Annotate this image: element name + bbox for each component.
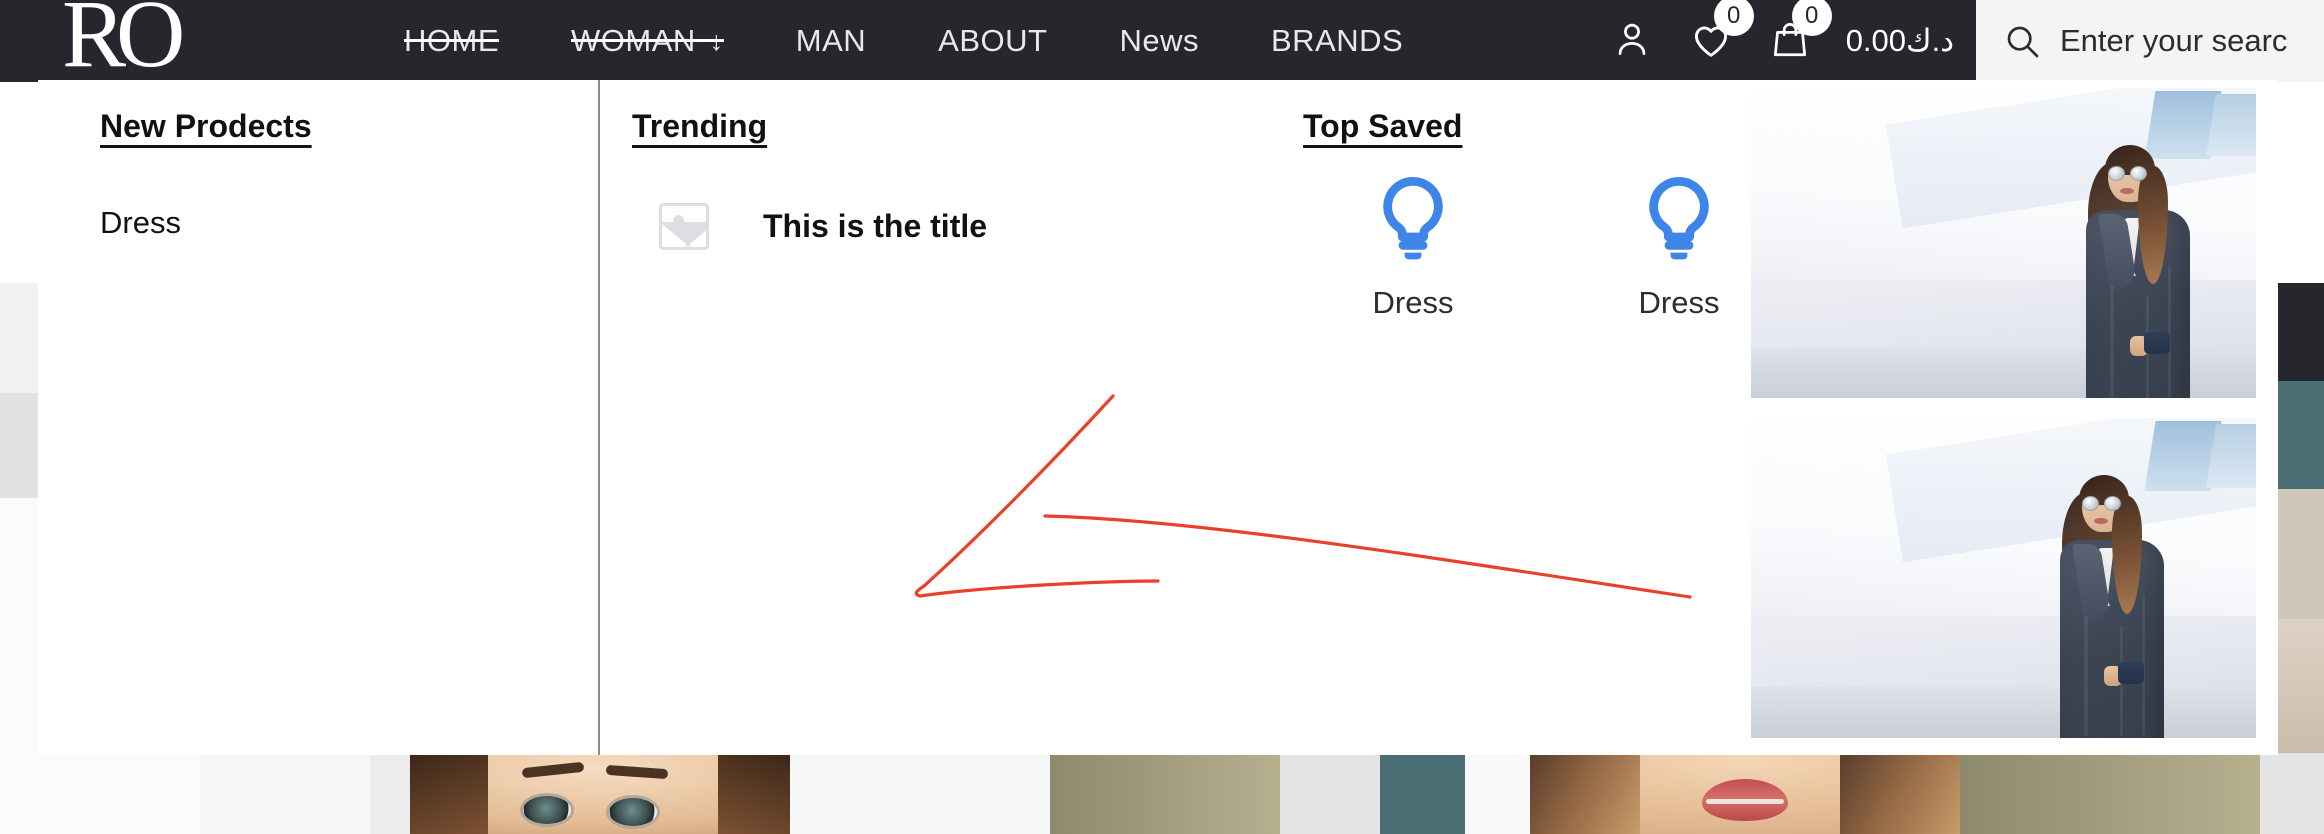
search-icon <box>2007 26 2039 58</box>
strip-cell-4 <box>790 753 1050 834</box>
fashion-photo-2[interactable] <box>1751 418 2256 738</box>
cart-button[interactable]: 0 <box>1768 0 1832 67</box>
eye-left <box>520 793 574 827</box>
background-band-left-1 <box>0 283 38 393</box>
brand-logo[interactable]: RO <box>62 0 185 82</box>
strip-cell-8 <box>1465 753 1530 834</box>
fashion-photo-1[interactable] <box>1751 88 2256 398</box>
nav-label-man: MAN <box>795 23 867 58</box>
trending-item-title: This is the title <box>763 208 988 244</box>
search-field[interactable]: Enter your searc <box>1976 0 2324 82</box>
coat-cuff <box>2118 662 2144 684</box>
mega-column-top-saved: Top Saved Dress Dress <box>1183 80 1743 755</box>
nav-item-news[interactable]: News <box>1083 23 1235 59</box>
lightbulb-icon <box>1383 176 1443 260</box>
hair-strand-left <box>1530 753 1640 834</box>
strip-cell-lips <box>1530 753 1960 834</box>
background-band-right-2 <box>2276 381 2324 489</box>
nav-item-man[interactable]: MAN <box>760 23 902 59</box>
strip-cell-1 <box>0 753 200 834</box>
top-saved-label-1: Dress <box>1372 285 1454 320</box>
teeth-line <box>1706 799 1784 804</box>
mega-column-new-products: New Prodects Dress <box>38 80 598 755</box>
background-band-right-3 <box>2276 489 2324 619</box>
lens-right <box>2130 166 2147 181</box>
mega-column-trending: Trending This is the title <box>598 80 1183 755</box>
top-saved-item-2[interactable]: Dress <box>1631 167 1727 321</box>
brow-right <box>605 764 669 780</box>
user-icon <box>1618 23 1645 55</box>
wishlist-button[interactable]: 0 <box>1688 0 1754 67</box>
account-button[interactable] <box>1610 17 1654 66</box>
new-products-item-dress[interactable]: Dress <box>100 205 598 241</box>
hair-right <box>718 753 790 834</box>
image-placeholder-icon <box>659 203 709 250</box>
search-placeholder: Enter your searc <box>2060 23 2288 58</box>
strip-cell-3 <box>370 753 410 834</box>
sunglasses-icon <box>2108 166 2154 181</box>
strip-cell-6 <box>1280 753 1380 834</box>
hair-left <box>410 753 488 834</box>
page-content-strip <box>0 753 2324 834</box>
wishlist-count-badge: 0 <box>1713 0 1754 36</box>
model-figure-2 <box>2060 466 2164 738</box>
nav-label-news: News <box>1119 23 1199 58</box>
top-saved-item-1[interactable]: Dress <box>1365 167 1461 321</box>
page-root: RO HOME WOMAN ↓ MAN ABOUT News BRANDS 0 … <box>0 0 2324 834</box>
nav-label-home: HOME <box>404 23 499 58</box>
nav-item-about[interactable]: ABOUT <box>902 23 1083 59</box>
strip-cell-2 <box>200 753 370 834</box>
main-navigation: HOME WOMAN ↓ MAN ABOUT News BRANDS <box>368 0 1439 82</box>
photo-2-content <box>1751 418 2256 738</box>
top-saved-heading[interactable]: Top Saved <box>1303 108 1462 145</box>
cart-count-badge: 0 <box>1791 0 1832 36</box>
coat-fold-1 <box>2110 286 2114 398</box>
lips <box>2094 518 2108 524</box>
photo-1-content <box>1751 88 2256 398</box>
new-products-heading[interactable]: New Prodects <box>100 108 312 145</box>
coat-fold-1 <box>2084 616 2088 736</box>
mega-column-media <box>1743 80 2278 755</box>
lens-left <box>2108 166 2125 181</box>
top-saved-label-2: Dress <box>1638 285 1720 320</box>
strip-cell-face <box>410 753 790 834</box>
top-saved-list: Dress Dress <box>1365 167 1743 321</box>
nav-label-woman: WOMAN <box>571 23 696 58</box>
nav-item-home[interactable]: HOME <box>368 23 535 59</box>
coat-fold-3 <box>2168 266 2171 398</box>
model-figure-1 <box>2086 136 2190 398</box>
strip-cell-9 <box>1960 753 2260 834</box>
nav-item-woman[interactable]: WOMAN ↓ <box>535 23 760 59</box>
trending-item[interactable]: This is the title <box>659 203 1183 250</box>
strip-cell-5 <box>1050 753 1280 834</box>
header-actions: 0 0 0.00د.ك Enter your searc <box>1610 0 2324 82</box>
photo-ground <box>1751 686 2256 738</box>
brow-left <box>521 761 585 779</box>
strip-cell-10 <box>2260 753 2324 834</box>
chevron-down-icon: ↓ <box>709 25 724 56</box>
nav-label-brands: BRANDS <box>1270 23 1404 58</box>
sunglasses-icon <box>2082 496 2128 511</box>
lips <box>2120 188 2134 194</box>
trending-heading[interactable]: Trending <box>632 108 767 145</box>
strip-cell-7 <box>1380 753 1465 834</box>
cart-total: 0.00د.ك <box>1845 23 1954 58</box>
coat-cuff <box>2144 332 2170 354</box>
eye-right <box>606 795 660 829</box>
nav-item-brands[interactable]: BRANDS <box>1235 23 1439 59</box>
background-band-left-2 <box>0 393 38 498</box>
nav-label-about: ABOUT <box>938 23 1048 58</box>
background-band-left-3 <box>0 498 38 753</box>
lightbulb-icon <box>1649 176 1709 260</box>
hair-strand-right <box>1840 753 1960 834</box>
placeholder-mountain <box>662 222 706 247</box>
lens-right <box>2104 496 2121 511</box>
lens-left <box>2082 496 2099 511</box>
woman-mega-menu-panel: New Prodects Dress Trending This is the … <box>38 80 2278 755</box>
site-header: RO HOME WOMAN ↓ MAN ABOUT News BRANDS 0 … <box>0 0 2324 82</box>
